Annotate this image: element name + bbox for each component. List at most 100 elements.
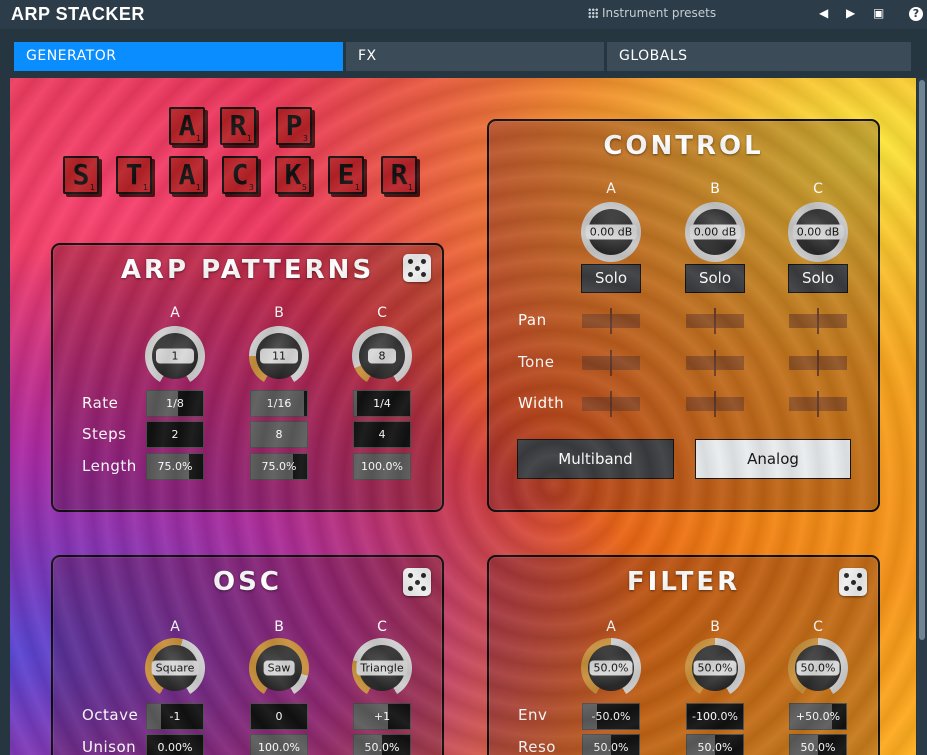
waveform-knob-c[interactable]: Triangle <box>352 638 412 698</box>
logo-tile: A1 <box>169 156 205 194</box>
logo-tile: P3 <box>276 107 312 145</box>
next-arrow-icon[interactable]: ▶ <box>846 6 855 20</box>
title-bar: ARP STACKER Instrument presets ◀ ▶ ▣ ? <box>0 0 927 29</box>
scrollbar[interactable] <box>917 78 927 755</box>
column-label-a: A <box>170 305 180 321</box>
length-label: Length <box>82 457 137 475</box>
control-panel: CONTROL A B C 0.00 dB 0.00 dB 0.00 dB So… <box>487 119 880 512</box>
knob-value: Saw <box>263 660 295 676</box>
column-label-b: B <box>274 305 284 321</box>
rate-field-b[interactable]: 1/16 <box>250 390 308 417</box>
cutoff-knob-b[interactable]: 50.0% <box>685 638 745 698</box>
knob-value: Square <box>151 660 199 676</box>
unison-label: Unison <box>82 738 137 755</box>
width-slider-a[interactable] <box>582 391 640 417</box>
logo-tile: T1 <box>116 156 152 194</box>
gain-knob-c[interactable]: 0.00 dB <box>788 202 848 262</box>
pan-slider-b[interactable] <box>686 308 744 334</box>
column-label-c: C <box>813 619 823 635</box>
column-label-c: C <box>377 305 387 321</box>
arp-patterns-panel: ARP PATTERNS A B C 1 11 8 Rate Steps Len… <box>51 243 444 512</box>
reso-field-b[interactable]: 50.0% <box>686 734 744 755</box>
logo-tile: C3 <box>222 156 258 194</box>
cutoff-knob-a[interactable]: 50.0% <box>581 638 641 698</box>
rate-field-a[interactable]: 1/8 <box>146 390 204 417</box>
knob-value: 50.0% <box>693 660 737 676</box>
steps-field-b[interactable]: 8 <box>250 421 308 448</box>
grid-icon <box>588 8 598 18</box>
tone-slider-b[interactable] <box>686 350 744 376</box>
column-label-b: B <box>710 619 720 635</box>
pattern-knob-a[interactable]: 1 <box>145 326 205 386</box>
unison-field-c[interactable]: 50.0% <box>353 734 411 755</box>
logo-tile: E1 <box>328 156 364 194</box>
osc-panel: OSC A B C Square Saw Triangle Octave Uni… <box>51 555 444 755</box>
randomize-icon[interactable]: ▣ <box>873 6 884 20</box>
logo-tile: S1 <box>63 156 99 194</box>
column-label-c: C <box>377 619 387 635</box>
width-label: Width <box>518 394 565 412</box>
multiband-button[interactable]: Multiband <box>517 439 674 479</box>
pattern-knob-b[interactable]: 11 <box>249 326 309 386</box>
knob-value: 50.0% <box>589 660 633 676</box>
knob-value: 1 <box>156 348 194 364</box>
gain-knob-b[interactable]: 0.00 dB <box>685 202 745 262</box>
unison-field-a[interactable]: 0.00% <box>146 734 204 755</box>
pan-slider-a[interactable] <box>582 308 640 334</box>
tone-slider-a[interactable] <box>582 350 640 376</box>
rate-label: Rate <box>82 394 119 412</box>
dice-icon[interactable] <box>403 254 431 282</box>
tab-generator[interactable]: GENERATOR <box>14 42 343 71</box>
length-field-a[interactable]: 75.0% <box>146 453 204 480</box>
unison-field-b[interactable]: 100.0% <box>250 734 308 755</box>
help-icon[interactable]: ? <box>909 7 923 21</box>
solo-button-c[interactable]: Solo <box>788 264 848 293</box>
column-label-a: A <box>606 181 616 197</box>
filter-title: FILTER <box>626 567 741 597</box>
env-label: Env <box>518 706 548 724</box>
width-slider-b[interactable] <box>686 391 744 417</box>
reso-field-a[interactable]: 50.0% <box>582 734 640 755</box>
column-label-a: A <box>170 619 180 635</box>
app-title: ARP STACKER <box>11 4 145 24</box>
dice-icon[interactable] <box>839 568 867 596</box>
scrollbar-thumb[interactable] <box>919 80 925 640</box>
steps-field-a[interactable]: 2 <box>146 421 204 448</box>
rate-field-c[interactable]: 1/4 <box>353 390 411 417</box>
reso-field-c[interactable]: 50.0% <box>789 734 847 755</box>
arp-patterns-title: ARP PATTERNS <box>120 255 375 285</box>
knob-value: Triangle <box>356 660 408 676</box>
column-label-b: B <box>274 619 284 635</box>
octave-field-b[interactable]: 0 <box>250 703 308 730</box>
env-field-c[interactable]: +50.0% <box>789 703 847 730</box>
filter-panel: FILTER A B C 50.0% 50.0% 50.0% Env Reso … <box>487 555 880 755</box>
waveform-knob-a[interactable]: Square <box>145 638 205 698</box>
main-area: A1 R1 P3 S1 T1 A1 C3 K5 E1 R1 ARP PATTER… <box>10 78 916 755</box>
octave-field-a[interactable]: -1 <box>146 703 204 730</box>
tone-slider-c[interactable] <box>789 350 847 376</box>
instrument-presets-button[interactable]: Instrument presets <box>588 6 716 20</box>
pan-slider-c[interactable] <box>789 308 847 334</box>
analog-button[interactable]: Analog <box>695 439 851 479</box>
length-field-b[interactable]: 75.0% <box>250 453 308 480</box>
gain-knob-a[interactable]: 0.00 dB <box>581 202 641 262</box>
tab-fx[interactable]: FX <box>346 42 604 71</box>
octave-field-c[interactable]: +1 <box>353 703 411 730</box>
solo-button-a[interactable]: Solo <box>581 264 641 293</box>
steps-field-c[interactable]: 4 <box>353 421 411 448</box>
dice-icon[interactable] <box>403 568 431 596</box>
knob-value: 8 <box>368 348 396 364</box>
prev-arrow-icon[interactable]: ◀ <box>819 6 828 20</box>
tab-globals[interactable]: GLOBALS <box>607 42 911 71</box>
width-slider-c[interactable] <box>789 391 847 417</box>
env-field-b[interactable]: -100.0% <box>686 703 744 730</box>
knob-value: 0.00 dB <box>792 224 844 240</box>
knob-value: 11 <box>260 348 298 364</box>
env-field-a[interactable]: -50.0% <box>582 703 640 730</box>
pattern-knob-c[interactable]: 8 <box>352 326 412 386</box>
cutoff-knob-c[interactable]: 50.0% <box>788 638 848 698</box>
waveform-knob-b[interactable]: Saw <box>249 638 309 698</box>
length-field-c[interactable]: 100.0% <box>353 453 411 480</box>
solo-button-b[interactable]: Solo <box>685 264 745 293</box>
tab-bar: GENERATOR FX GLOBALS <box>0 38 927 73</box>
